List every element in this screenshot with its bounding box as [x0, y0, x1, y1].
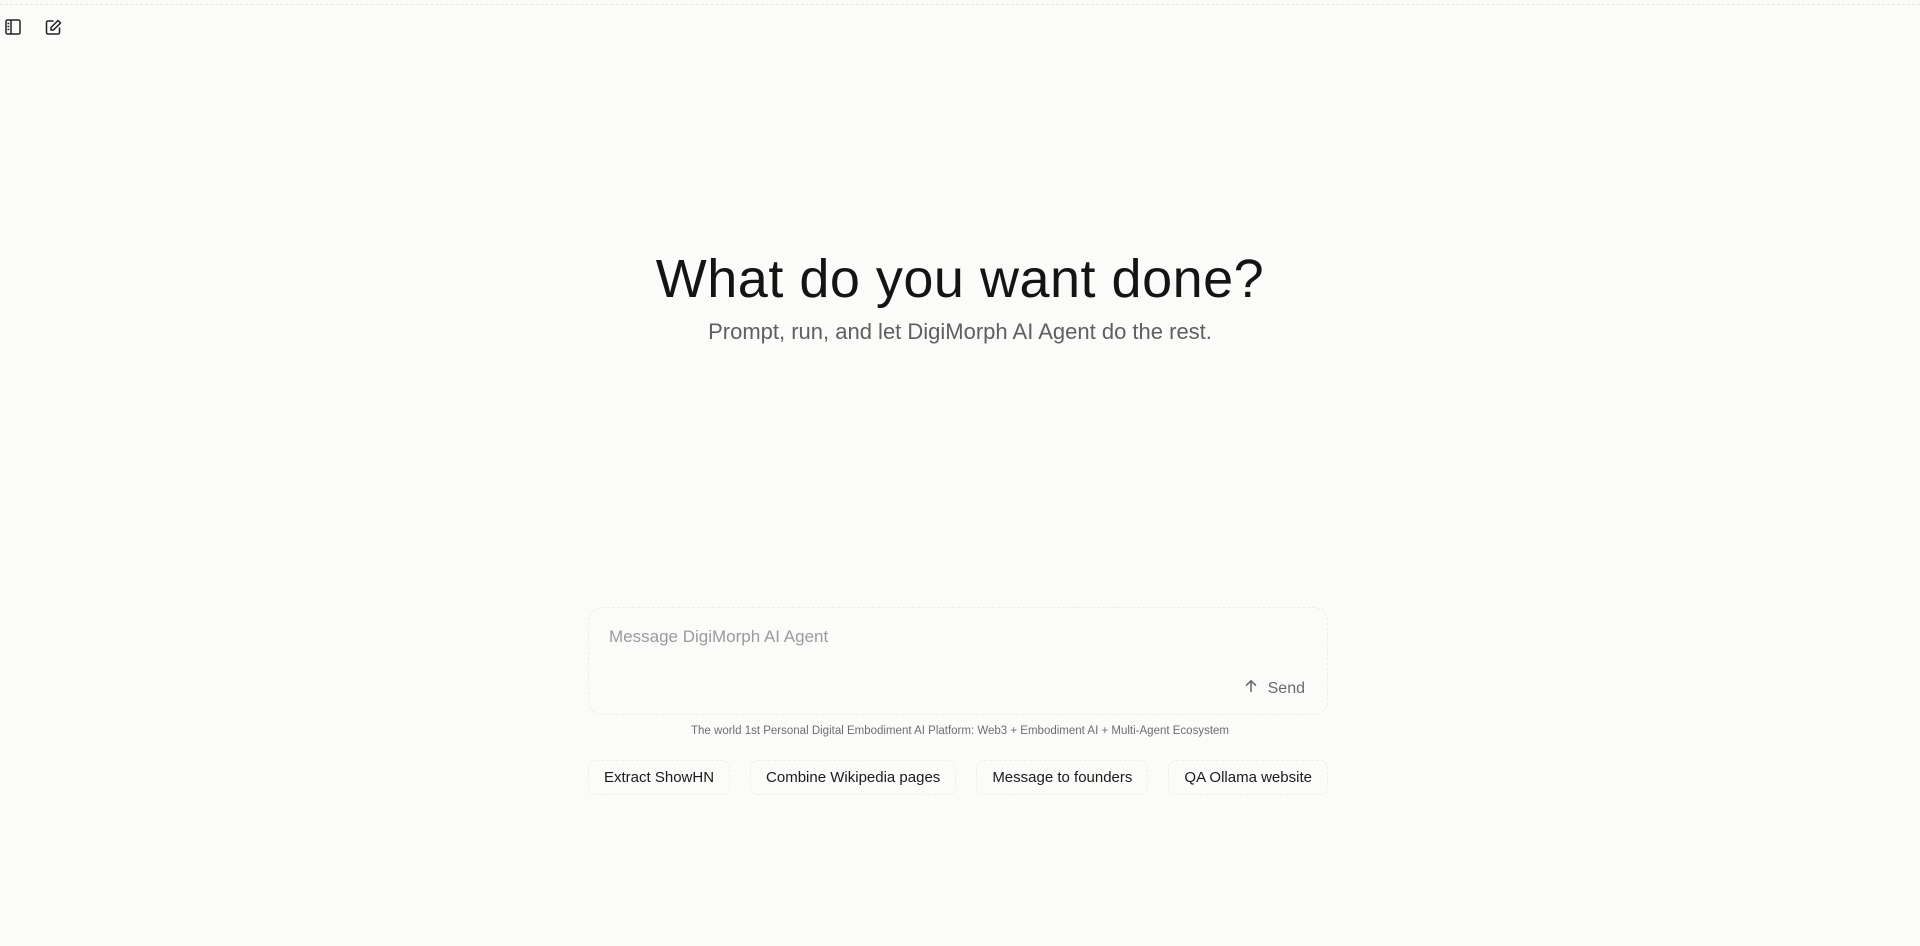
send-label: Send [1267, 679, 1305, 697]
top-toolbar [0, 16, 64, 38]
suggestion-chips: Extract ShowHN Combine Wikipedia pages M… [588, 760, 1328, 795]
hero-section: What do you want done? Prompt, run, and … [0, 249, 1920, 345]
platform-tagline: The world 1st Personal Digital Embodimen… [691, 725, 1229, 737]
new-chat-edit-icon[interactable] [42, 16, 64, 38]
suggestion-qa-ollama[interactable]: QA Ollama website [1168, 760, 1328, 795]
page-title: What do you want done? [655, 249, 1265, 309]
send-button[interactable]: Send [1244, 679, 1305, 698]
suggestion-message-founders[interactable]: Message to founders [976, 760, 1149, 795]
page-subtitle: Prompt, run, and let DigiMorph AI Agent … [708, 319, 1212, 345]
top-divider [0, 4, 1920, 5]
message-composer: Send [588, 607, 1328, 715]
suggestion-combine-wikipedia[interactable]: Combine Wikipedia pages [750, 760, 957, 795]
suggestion-extract-showhn[interactable]: Extract ShowHN [588, 760, 731, 795]
message-input[interactable] [607, 626, 1291, 648]
arrow-up-icon [1244, 679, 1258, 698]
sidebar-toggle-icon[interactable] [2, 16, 24, 38]
